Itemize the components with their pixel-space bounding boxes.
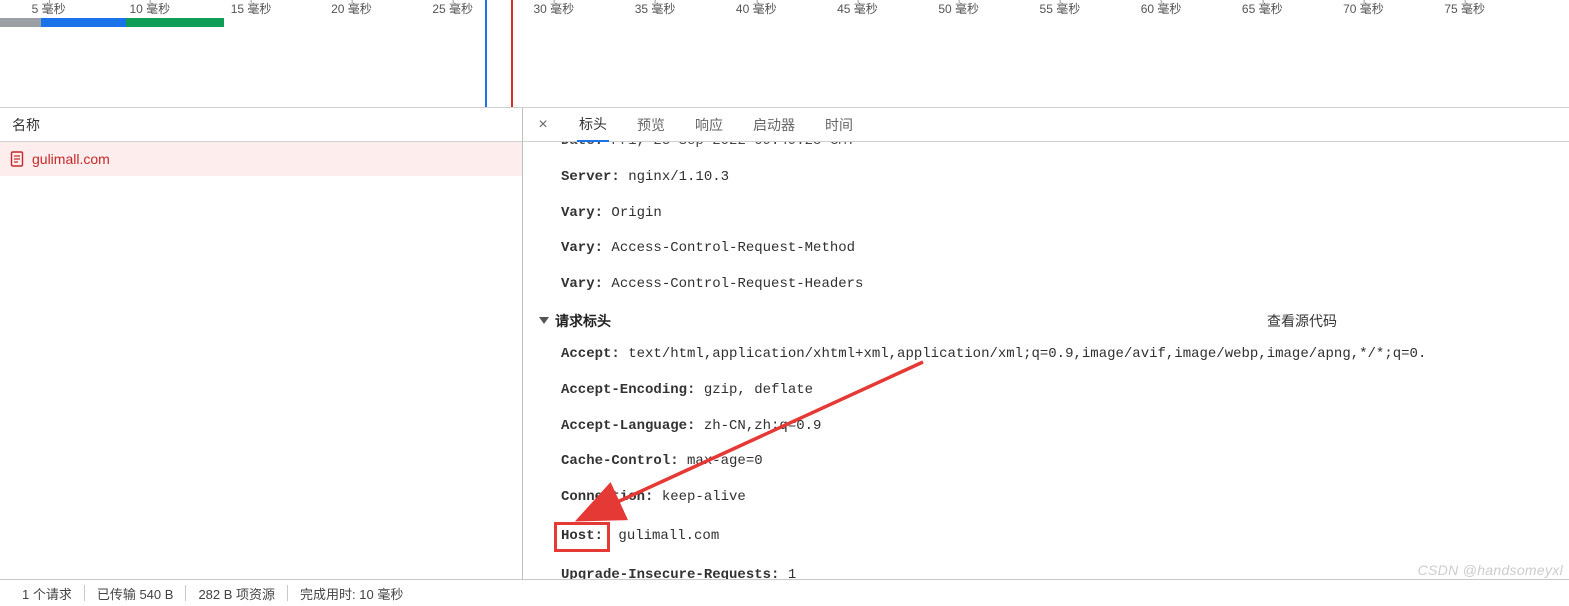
tab-initiator[interactable]: 启动器 [751,108,797,141]
timeline-tick: 55 毫秒 [1040,0,1081,17]
timeline-tick: 65 毫秒 [1242,0,1283,17]
network-timeline[interactable]: 5 毫秒 10 毫秒 15 毫秒 20 毫秒 25 毫秒 30 毫秒 35 毫秒 40 毫秒 4… [0,0,1569,108]
timeline-tick: 30 毫秒 [534,0,575,17]
timeline-tick: 25 毫秒 [432,0,473,17]
header-line: Server: nginx/1.10.3 [523,160,1569,196]
header-line: Upgrade-Insecure-Requests: 1 [523,558,1569,579]
timeline-request-bar [0,18,1569,28]
status-transferred: 已传输 540 B [85,584,186,603]
header-line: Cache-Control: max-age=0 [523,444,1569,480]
timeline-tick: 10 毫秒 [129,0,170,17]
timeline-tick: 50 毫秒 [938,0,979,17]
timeline-tick: 20 毫秒 [331,0,372,17]
tab-timing[interactable]: 时间 [823,108,855,141]
status-bar: 1 个请求 已传输 540 B 282 B 项资源 完成用时: 10 毫秒 [0,579,1569,606]
column-header-name[interactable]: 名称 [0,108,522,142]
header-line: Vary: Origin [523,196,1569,232]
header-line: Date: Fri, 23 Sep 2022 09:49:25 GMT [523,142,1569,160]
timeline-tick: 35 毫秒 [635,0,676,17]
header-line: Vary: Access-Control-Request-Headers [523,267,1569,303]
header-line: Accept-Language: zh-CN,zh;q=0.9 [523,409,1569,445]
chevron-down-icon [539,317,549,324]
detail-tabs: × 标头 预览 响应 启动器 时间 [523,108,1569,142]
status-finish: 完成用时: 10 毫秒 [288,584,415,603]
tab-headers[interactable]: 标头 [577,107,609,142]
timeline-tick: 70 毫秒 [1343,0,1384,17]
timeline-tick: 45 毫秒 [837,0,878,17]
timeline-tick: 75 毫秒 [1444,0,1485,17]
timeline-tick: 5 毫秒 [32,0,66,17]
header-line: Connection: keep-alive [523,480,1569,516]
timeline-scale: 5 毫秒 10 毫秒 15 毫秒 20 毫秒 25 毫秒 30 毫秒 35 毫秒 40 毫秒 4… [0,0,1569,20]
timeline-tick: 60 毫秒 [1141,0,1182,17]
header-line: Accept-Encoding: gzip, deflate [523,373,1569,409]
request-headers-section[interactable]: 请求标头 查看源代码 [523,303,1569,337]
timeline-bar-segment [126,18,225,27]
view-source-link[interactable]: 查看源代码 [1267,311,1547,331]
header-line: Host: gulimall.com [523,516,1569,558]
section-title: 请求标头 [555,311,611,331]
header-line: Accept: text/html,application/xhtml+xml,… [523,337,1569,373]
header-line: Vary: Access-Control-Request-Method [523,231,1569,267]
timeline-tick: 15 毫秒 [231,0,272,17]
status-resources: 282 B 项资源 [186,584,287,603]
document-icon [10,151,24,167]
timeline-bar-segment [0,18,41,27]
tab-preview[interactable]: 预览 [635,108,667,141]
status-requests: 1 个请求 [10,584,84,603]
request-row[interactable]: gulimall.com [0,142,522,176]
requests-list[interactable]: 名称 gulimall.com [0,108,523,579]
timeline-tick: 40 毫秒 [736,0,777,17]
tab-response[interactable]: 响应 [693,108,725,141]
request-name: gulimall.com [32,151,110,167]
close-icon[interactable]: × [535,117,551,133]
request-detail-pane: × 标头 预览 响应 启动器 时间 Date: Fri, 23 Sep 2022… [523,108,1569,579]
